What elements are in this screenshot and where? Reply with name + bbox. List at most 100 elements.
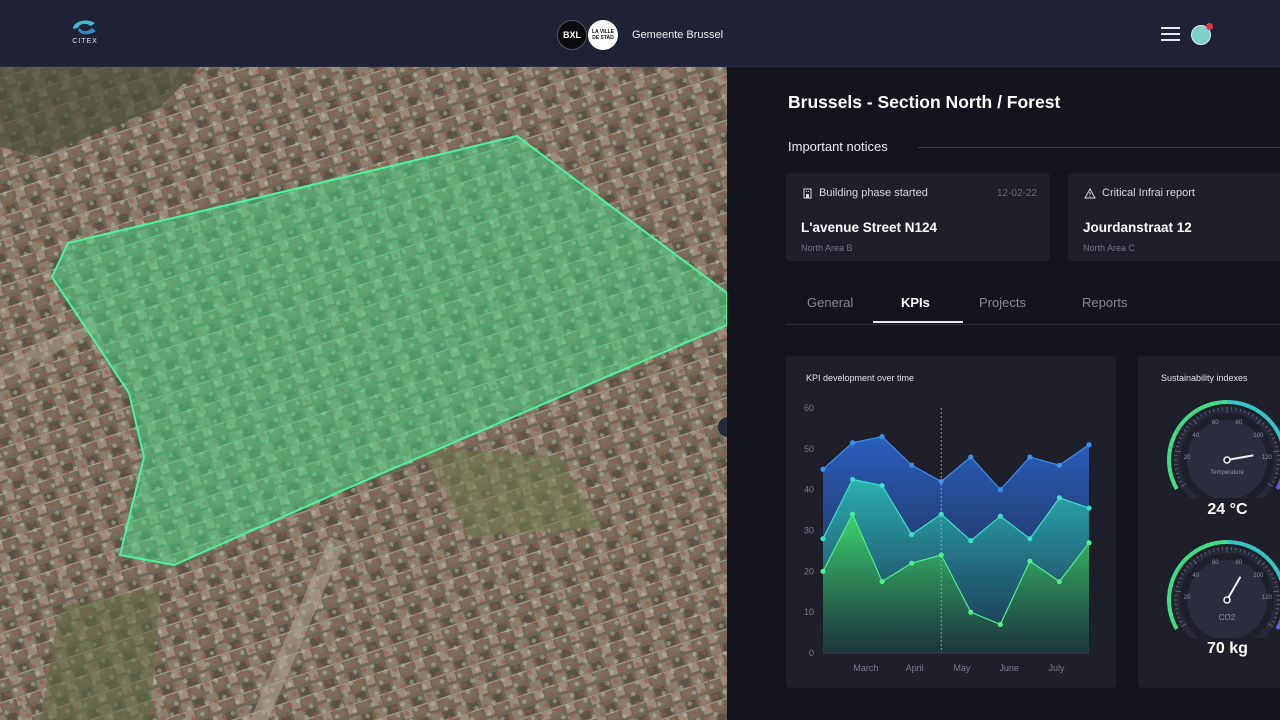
gauge-arc: [1232, 400, 1240, 406]
notice-tag-label: Critical Infrai report: [1102, 187, 1195, 199]
citex-logo[interactable]: CITEX: [70, 19, 100, 45]
data-point: [1086, 540, 1092, 546]
data-point: [1056, 495, 1063, 501]
notice-tag-label: Building phase started: [819, 187, 928, 199]
data-point: [1027, 454, 1033, 460]
gauge-tick-label: 40: [1192, 433, 1199, 439]
x-tick-label: March: [853, 663, 878, 673]
y-tick-label: 40: [804, 485, 814, 495]
data-point: [849, 440, 856, 446]
kpi-area-chart[interactable]: 0 10 20 30 40 50 60 March April May June July: [786, 356, 1116, 688]
gauge-arc: [1186, 551, 1195, 559]
data-point: [997, 487, 1003, 493]
gauge-arc: [1238, 541, 1246, 547]
user-avatar[interactable]: [1191, 23, 1213, 45]
map-canvas: [0, 67, 727, 720]
gauge-arc: [1167, 447, 1173, 455]
gauge-arc: [1168, 611, 1174, 619]
data-point: [849, 511, 856, 517]
gauge-arc: [1249, 545, 1257, 552]
tab-general[interactable]: General: [807, 295, 853, 310]
gauge-arc: [1175, 564, 1182, 573]
x-tick-label: May: [953, 663, 971, 673]
gauge-value: 24 °C: [1207, 501, 1248, 518]
data-point: [1086, 442, 1092, 448]
tab-bar: General KPIs Projects Reports: [786, 283, 1280, 325]
x-tick-label: July: [1048, 663, 1065, 673]
notice-street: L'avenue Street N124: [801, 220, 938, 235]
x-tick-label: June: [999, 663, 1019, 673]
gauge-arc: [1268, 559, 1276, 568]
notices-heading: Important notices: [788, 139, 888, 154]
sustainability-title: Sustainability indexes: [1161, 373, 1248, 383]
gauge-arc: [1264, 555, 1272, 563]
aerial-map[interactable]: ›: [0, 67, 727, 720]
gauge-arc: [1178, 419, 1186, 428]
citex-logo-icon: [73, 20, 96, 35]
data-point: [849, 476, 856, 483]
gauge-arc: [1191, 548, 1200, 555]
gauge-tick-label: 120: [1262, 595, 1273, 601]
notice-card[interactable]: Critical Infrai report 1 Jourdanstraat 1…: [1068, 173, 1280, 261]
gauge-arc: [1272, 564, 1279, 573]
kpi-chart-card: KPI development over time 0 10 20 30 40 50 60 M…: [786, 356, 1116, 688]
top-bar: CITEX BXL LA VILLE DE STAD Gemeente Brus…: [0, 0, 1280, 67]
notice-area: North Area B: [801, 243, 853, 253]
detail-panel: Brussels - Section North / Forest Import…: [727, 67, 1280, 720]
data-point: [879, 433, 885, 440]
gauge-label: Temperature: [1210, 470, 1244, 476]
gauge-hub: [1223, 596, 1231, 604]
tab-reports[interactable]: Reports: [1082, 295, 1128, 310]
gauge-arc: [1202, 542, 1210, 549]
notice-card[interactable]: Building phase started 12-02-22 L'avenue…: [786, 173, 1050, 261]
gauge-arc: [1254, 408, 1263, 415]
city-brand: BXL LA VILLE DE STAD Gemeente Brussel: [557, 20, 723, 50]
y-tick-label: 50: [804, 444, 814, 454]
gauge-arc: [1172, 622, 1179, 630]
data-point: [1056, 462, 1063, 468]
tab-kpis[interactable]: KPIs: [901, 295, 930, 310]
data-point: [997, 513, 1003, 519]
city-name: Gemeente Brussel: [632, 29, 724, 41]
data-point: [820, 466, 826, 472]
gauge-arc: [1249, 405, 1257, 412]
gauge-arc: [1186, 411, 1195, 419]
gauge-arc: [1191, 408, 1200, 415]
hamburger-menu-icon[interactable]: [1161, 27, 1180, 41]
gauge-arc: [1232, 540, 1240, 546]
gauge-arc: [1197, 405, 1205, 412]
gauge-arc: [1182, 415, 1190, 423]
active-tab-indicator: [873, 321, 963, 323]
page-title: Brussels - Section North / Forest: [788, 92, 1061, 112]
gauge-tick-label: 40: [1192, 573, 1199, 579]
gauge-arc: [1238, 401, 1246, 407]
tab-projects[interactable]: Projects: [979, 295, 1026, 310]
notice-tag: Building phase started: [802, 187, 928, 199]
notice-area: North Area C: [1083, 243, 1136, 253]
gauge-arc: [1172, 570, 1179, 578]
gauge-tick-label: 60: [1212, 420, 1219, 426]
y-tick-label: 10: [804, 607, 814, 617]
y-tick-label: 20: [804, 566, 814, 576]
y-tick-label: 60: [804, 403, 814, 413]
ville-badge: LA VILLE DE STAD: [588, 20, 618, 50]
data-point: [1027, 536, 1033, 542]
gauge-tick-label: 60: [1212, 560, 1219, 566]
gauge-arc: [1168, 471, 1174, 479]
co2-gauge: 20 40 60 80 100 120 CO2 70 kg: [1165, 538, 1280, 658]
gauge-arc: [1169, 477, 1176, 485]
data-point: [1086, 505, 1092, 511]
data-point: [820, 536, 826, 542]
gauge-arc: [1208, 541, 1216, 547]
gauge-arc: [1197, 545, 1205, 552]
gauge-label: CO2: [1218, 613, 1236, 622]
gauge-arc: [1268, 419, 1276, 428]
gauge-tick-label: 80: [1235, 420, 1242, 426]
y-tick-label: 0: [809, 648, 814, 658]
gauge-arc: [1254, 548, 1263, 555]
gauge-tick-label: 20: [1184, 595, 1191, 601]
gauge-tick-label: 80: [1235, 560, 1242, 566]
logo-text: CITEX: [72, 38, 98, 45]
notification-dot-icon: [1206, 23, 1213, 30]
gauge-tick-label: 100: [1253, 433, 1264, 439]
